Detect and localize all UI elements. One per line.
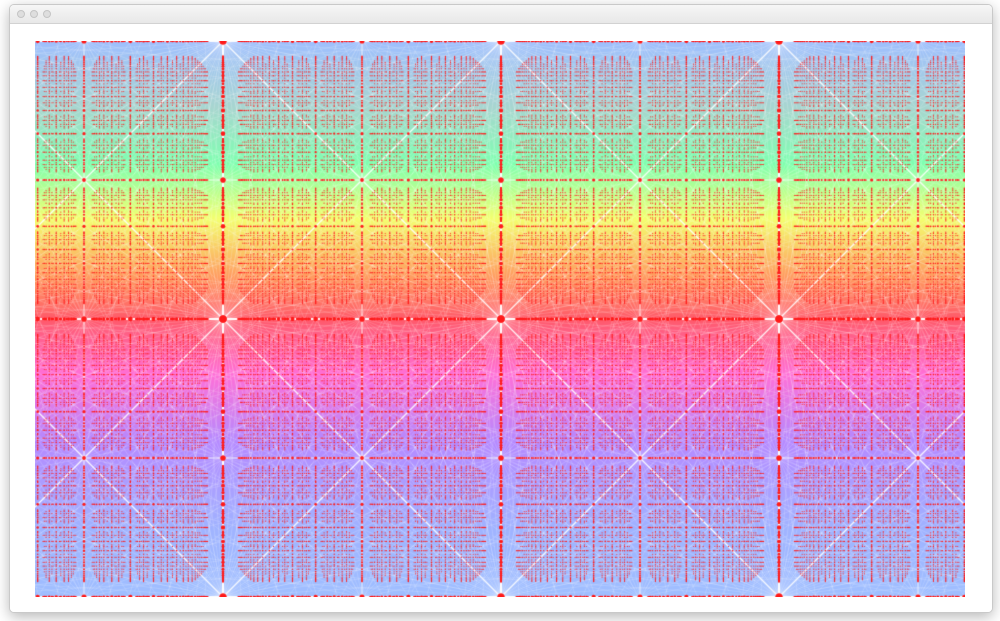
- close-button[interactable]: [17, 10, 25, 18]
- zoom-button[interactable]: [43, 10, 51, 18]
- title-bar[interactable]: [10, 5, 992, 24]
- lattice-artwork-canvas[interactable]: [35, 41, 965, 597]
- window-content: [10, 24, 992, 612]
- minimize-button[interactable]: [30, 10, 38, 18]
- app-window: [9, 4, 993, 613]
